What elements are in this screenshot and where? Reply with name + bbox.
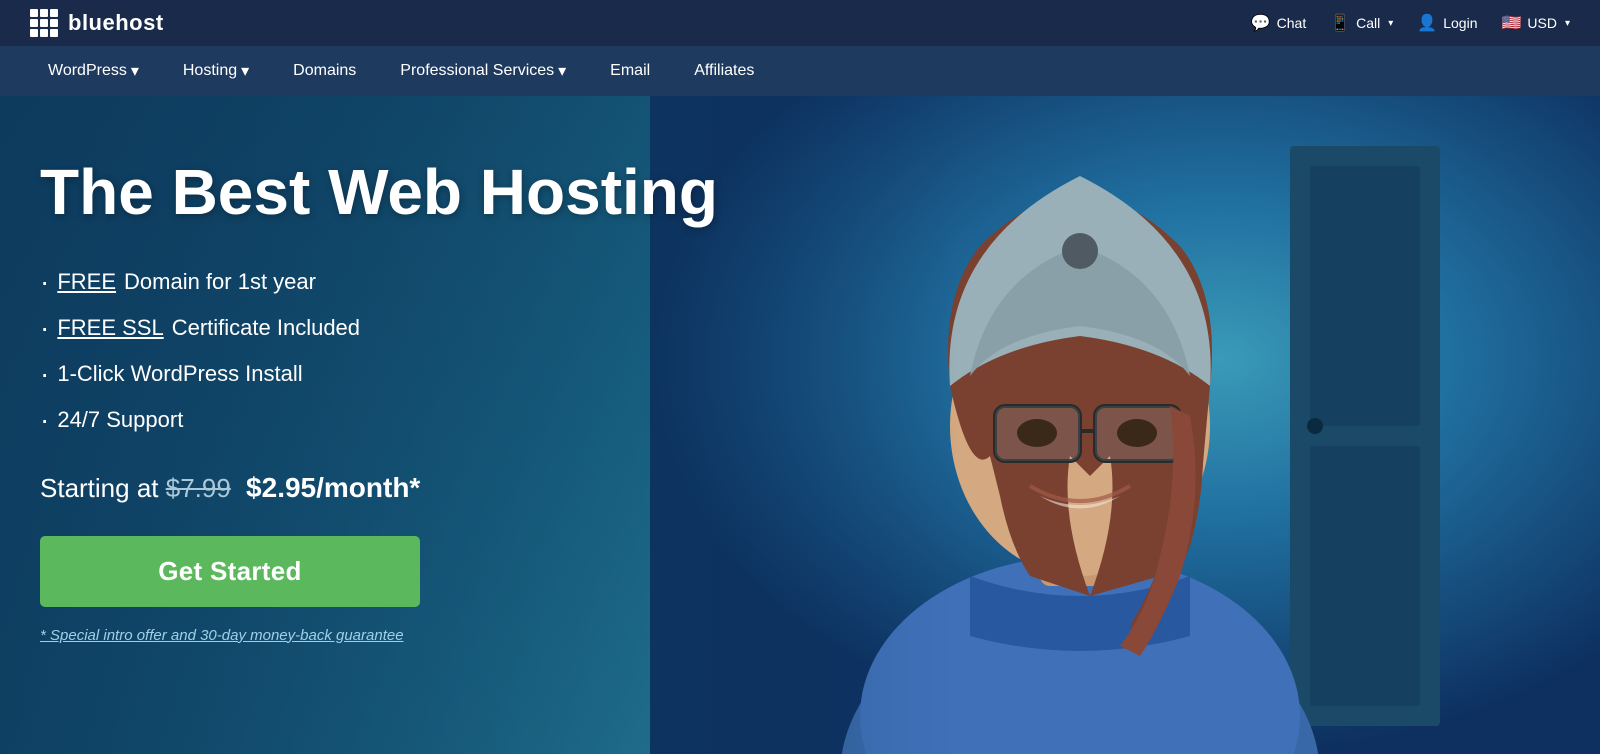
get-started-button[interactable]: Get Started [40,536,420,607]
call-icon [1330,13,1350,33]
hero-features-list: FREE Domain for 1st year FREE SSL Certif… [40,266,718,436]
call-label: Call [1356,15,1380,31]
nav-label-hosting: Hosting [183,62,237,80]
professional-services-caret-icon: ▾ [558,61,566,81]
nav-item-email[interactable]: Email [592,50,668,92]
logo-area[interactable]: bluehost [30,9,164,37]
login-button[interactable]: Login [1417,13,1477,33]
login-icon [1417,13,1437,33]
wordpress-caret-icon: ▾ [131,61,139,81]
feature-item-wordpress: 1-Click WordPress Install [40,358,718,390]
feature-item-domain: FREE Domain for 1st year [40,266,718,298]
login-label: Login [1443,15,1477,31]
hero-content: The Best Web Hosting FREE Domain for 1st… [40,156,718,644]
pricing-section: Starting at $7.99 $2.95/month* [40,472,718,504]
currency-caret-icon: ▾ [1565,18,1570,29]
nav-item-affiliates[interactable]: Affiliates [676,50,772,92]
hero-section: The Best Web Hosting FREE Domain for 1st… [0,96,1600,754]
main-nav: WordPress ▾ Hosting ▾ Domains Profession… [0,46,1600,96]
feature-free-domain-label: FREE [57,269,116,295]
feature-item-support: 24/7 Support [40,404,718,436]
currency-button[interactable]: USD ▾ [1501,13,1570,33]
flag-icon [1501,13,1521,33]
nav-item-domains[interactable]: Domains [275,50,374,92]
feature-free-ssl-label: FREE SSL [57,315,163,341]
logo-text[interactable]: bluehost [68,10,164,36]
logo-grid-icon [30,9,58,37]
nav-item-hosting[interactable]: Hosting ▾ [165,49,267,93]
chat-button[interactable]: Chat [1251,13,1307,33]
nav-item-professional-services[interactable]: Professional Services ▾ [382,49,584,93]
hero-title: The Best Web Hosting [40,156,718,230]
feature-domain-rest: Domain for 1st year [124,269,316,295]
nav-item-wordpress[interactable]: WordPress ▾ [30,49,157,93]
chat-icon [1251,13,1271,33]
nav-label-email: Email [610,62,650,80]
top-bar-right: Chat Call ▾ Login USD ▾ [1251,13,1570,33]
disclaimer-text[interactable]: * Special intro offer and 30-day money-b… [40,627,718,644]
chat-label: Chat [1277,15,1307,31]
top-bar: bluehost Chat Call ▾ Login USD ▾ [0,0,1600,46]
call-button[interactable]: Call ▾ [1330,13,1393,33]
nav-label-domains: Domains [293,62,356,80]
hosting-caret-icon: ▾ [241,61,249,81]
nav-label-affiliates: Affiliates [694,62,754,80]
feature-wordpress-label: 1-Click WordPress Install [57,361,302,387]
nav-label-professional-services: Professional Services [400,62,554,80]
feature-ssl-rest: Certificate Included [172,315,360,341]
hero-background-image [650,96,1600,754]
currency-label: USD [1527,15,1557,31]
old-price: $7.99 [166,473,231,503]
nav-label-wordpress: WordPress [48,62,127,80]
feature-support-label: 24/7 Support [57,407,183,433]
pricing-prefix: Starting at [40,473,166,503]
feature-item-ssl: FREE SSL Certificate Included [40,312,718,344]
call-caret-icon: ▾ [1388,18,1393,29]
new-price: $2.95/month* [246,472,420,503]
